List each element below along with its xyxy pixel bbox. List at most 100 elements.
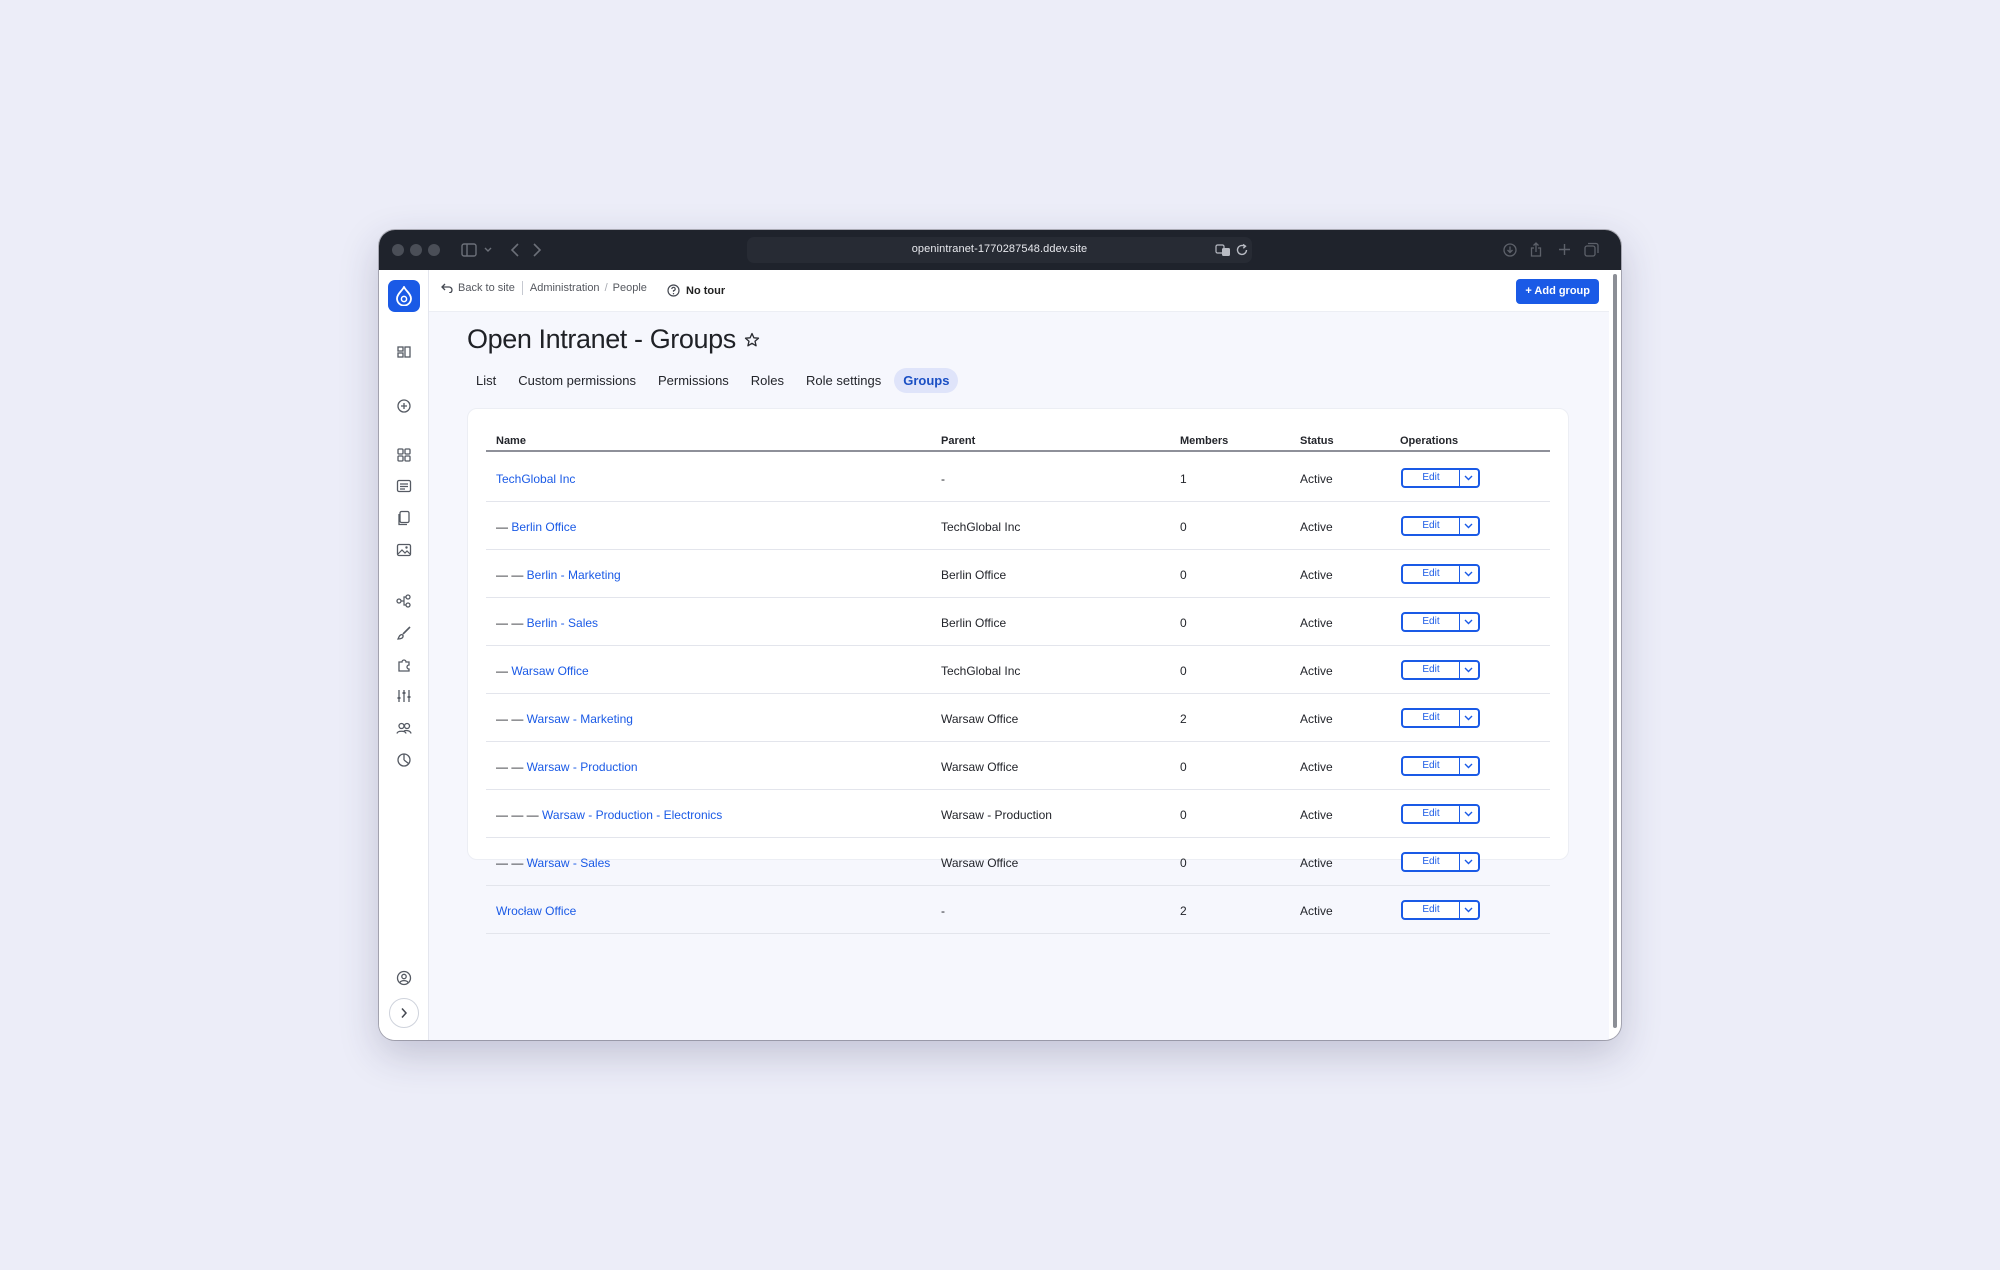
operations-toggle-button[interactable]	[1460, 614, 1478, 630]
breadcrumb-people[interactable]: People	[613, 282, 647, 294]
group-name-link[interactable]: Berlin - Sales	[527, 616, 598, 630]
group-name-link[interactable]: Wrocław Office	[496, 904, 576, 918]
edit-button[interactable]: Edit	[1403, 470, 1460, 486]
tab-permissions[interactable]: Permissions	[649, 368, 738, 393]
user-account-icon[interactable]	[395, 969, 413, 987]
table-header: Name Parent Members Status Operations	[486, 435, 1550, 452]
operations-toggle-button[interactable]	[1460, 566, 1478, 582]
workflow-icon[interactable]	[395, 592, 413, 610]
media-icon[interactable]	[395, 541, 413, 559]
chevron-down-icon[interactable]	[484, 247, 492, 253]
parent-cell: -	[941, 904, 945, 918]
tab-overview-icon[interactable]	[1584, 242, 1599, 257]
appearance-brush-icon[interactable]	[395, 624, 413, 642]
dashboard-icon[interactable]	[395, 343, 413, 361]
groups-table-card: Name Parent Members Status Operations Te…	[467, 408, 1569, 934]
edit-button[interactable]: Edit	[1403, 566, 1460, 582]
add-group-button[interactable]: + Add group	[1516, 279, 1599, 304]
files-icon[interactable]	[395, 509, 413, 527]
group-name-link[interactable]: Berlin - Marketing	[527, 568, 621, 582]
chevron-down-icon	[1464, 571, 1473, 577]
operations-toggle-button[interactable]	[1460, 806, 1478, 822]
status-cell: Active	[1300, 712, 1333, 726]
extend-puzzle-icon[interactable]	[395, 656, 413, 674]
group-name-link[interactable]: Warsaw - Sales	[527, 856, 611, 870]
edit-button[interactable]: Edit	[1403, 662, 1460, 678]
operations-toggle-button[interactable]	[1460, 854, 1478, 870]
edit-button[interactable]: Edit	[1403, 518, 1460, 534]
edit-button[interactable]: Edit	[1403, 806, 1460, 822]
group-name-link[interactable]: Berlin Office	[511, 520, 576, 534]
group-name-link[interactable]: Warsaw - Marketing	[527, 712, 633, 726]
edit-button[interactable]: Edit	[1403, 710, 1460, 726]
reload-icon[interactable]	[1235, 243, 1249, 257]
parent-cell: Warsaw - Production	[941, 808, 1052, 822]
close-window-button[interactable]	[392, 244, 404, 256]
operations-toggle-button[interactable]	[1460, 710, 1478, 726]
members-cell: 0	[1180, 520, 1187, 534]
new-tab-icon[interactable]	[1558, 243, 1571, 256]
operations-toggle-button[interactable]	[1460, 518, 1478, 534]
drupal-logo[interactable]	[388, 280, 420, 312]
main-content: Back to site Administration / People No …	[429, 270, 1609, 1040]
reports-icon[interactable]	[395, 751, 413, 769]
tour-button[interactable]: No tour	[667, 284, 725, 297]
edit-button[interactable]: Edit	[1403, 902, 1460, 918]
scrollbar[interactable]	[1613, 274, 1617, 1028]
group-name-link[interactable]: Warsaw - Production - Electronics	[542, 808, 722, 822]
tab-custom-permissions[interactable]: Custom permissions	[509, 368, 645, 393]
structure-list-icon[interactable]	[395, 477, 413, 495]
minimize-window-button[interactable]	[410, 244, 422, 256]
group-name-link[interactable]: TechGlobal Inc	[496, 472, 575, 486]
downloads-icon[interactable]	[1503, 243, 1517, 257]
forward-arrow-icon[interactable]	[532, 243, 542, 257]
people-icon[interactable]	[395, 719, 413, 737]
sidebar-toggle-icon[interactable]	[461, 243, 477, 257]
parent-cell: TechGlobal Inc	[941, 520, 1021, 534]
back-arrow-icon	[441, 283, 453, 293]
hierarchy-indent: — —	[496, 856, 527, 870]
table-row: — — Berlin - Marketing Berlin Office 0 Acti…	[486, 550, 1550, 598]
breadcrumb-administration[interactable]: Administration	[530, 282, 600, 294]
group-name-link[interactable]: Warsaw Office	[511, 664, 588, 678]
operations-dropbutton: Edit	[1401, 804, 1480, 824]
back-arrow-icon[interactable]	[510, 243, 520, 257]
members-cell: 0	[1180, 760, 1187, 774]
hierarchy-indent: — —	[496, 616, 527, 630]
members-cell: 0	[1180, 616, 1187, 630]
zoom-window-button[interactable]	[428, 244, 440, 256]
edit-button[interactable]: Edit	[1403, 854, 1460, 870]
group-name-link[interactable]: Warsaw - Production	[527, 760, 638, 774]
content-icon[interactable]	[395, 446, 413, 464]
admin-topbar: Back to site Administration / People No …	[429, 270, 1609, 312]
back-to-site-link[interactable]: Back to site	[458, 282, 515, 294]
add-content-icon[interactable]	[395, 397, 413, 415]
configuration-sliders-icon[interactable]	[395, 687, 413, 705]
operations-toggle-button[interactable]	[1460, 470, 1478, 486]
chevron-down-icon	[1464, 475, 1473, 481]
expand-sidebar-button[interactable]	[389, 998, 419, 1028]
hierarchy-indent: — —	[496, 760, 527, 774]
star-icon[interactable]	[744, 332, 760, 348]
operations-toggle-button[interactable]	[1460, 902, 1478, 918]
operations-toggle-button[interactable]	[1460, 662, 1478, 678]
edit-button[interactable]: Edit	[1403, 614, 1460, 630]
share-icon[interactable]	[1530, 242, 1542, 257]
members-cell: 0	[1180, 664, 1187, 678]
tab-groups[interactable]: Groups	[894, 368, 959, 393]
group-name-cell: — Warsaw Office	[496, 664, 589, 678]
operations-toggle-button[interactable]	[1460, 758, 1478, 774]
address-bar[interactable]: openintranet-1770287548.ddev.site	[747, 237, 1252, 263]
group-name-cell: Wrocław Office	[496, 904, 576, 918]
edit-button[interactable]: Edit	[1403, 758, 1460, 774]
tab-role-settings[interactable]: Role settings	[797, 368, 890, 393]
operations-dropbutton: Edit	[1401, 564, 1480, 584]
tab-roles[interactable]: Roles	[742, 368, 793, 393]
chevron-down-icon	[1464, 523, 1473, 529]
operations-dropbutton: Edit	[1401, 756, 1480, 776]
chevron-down-icon	[1464, 859, 1473, 865]
group-name-cell: — — Warsaw - Marketing	[496, 712, 633, 726]
translate-icon[interactable]	[1215, 243, 1231, 257]
status-cell: Active	[1300, 568, 1333, 582]
tab-list[interactable]: List	[467, 368, 505, 393]
